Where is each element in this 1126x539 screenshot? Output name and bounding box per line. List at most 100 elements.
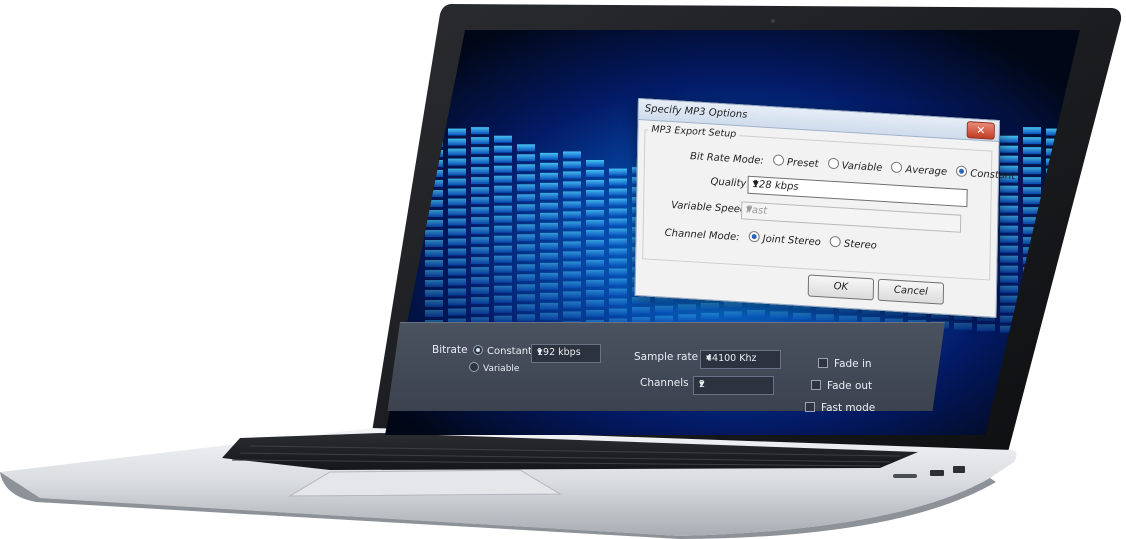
eq-segment	[448, 278, 466, 286]
eq-segment	[471, 167, 489, 175]
sd-slot	[893, 474, 917, 478]
eq-segment	[494, 205, 512, 213]
eq-segment	[471, 277, 489, 285]
eq-segment	[678, 314, 696, 322]
eq-segment	[494, 245, 512, 253]
eq-segment	[609, 168, 627, 176]
eq-segment	[448, 208, 466, 216]
ok-button[interactable]: OK	[807, 274, 875, 301]
eq-segment	[1000, 155, 1018, 163]
eq-segment	[471, 227, 489, 235]
eq-segment	[425, 250, 443, 257]
eq-segment	[563, 291, 581, 299]
eq-segment	[471, 157, 489, 165]
eq-segment	[494, 215, 512, 223]
eq-segment	[563, 181, 581, 189]
eq-segment	[609, 238, 627, 246]
eq-segment	[471, 127, 489, 135]
eq-segment	[563, 201, 581, 209]
eq-segment	[494, 275, 512, 283]
eq-segment	[586, 250, 604, 257]
eq-segment	[517, 164, 535, 172]
bitrate-variable-option[interactable]: Variable	[469, 362, 519, 374]
eq-segment	[517, 254, 535, 262]
eq-segment	[494, 225, 512, 233]
eq-segment	[494, 295, 512, 303]
eq-segment	[1000, 265, 1018, 273]
radio-joint-stereo[interactable]	[748, 230, 760, 243]
eq-segment	[494, 165, 512, 173]
fast-mode-option[interactable]: Fast mode	[805, 402, 875, 414]
bitrate-constant-option[interactable]: Constant	[473, 345, 532, 357]
eq-segment	[494, 305, 512, 313]
bitrate-constant-radio[interactable]	[473, 345, 483, 355]
eq-segment	[540, 302, 558, 310]
radio-stereo[interactable]	[829, 235, 842, 248]
eq-segment	[609, 188, 627, 196]
eq-segment	[609, 198, 627, 206]
eq-segment	[517, 284, 535, 292]
eq-segment	[609, 178, 627, 186]
fade-out-checkbox[interactable]	[811, 380, 821, 390]
eq-segment	[609, 248, 627, 256]
eq-segment	[586, 220, 604, 227]
eq-segment	[517, 154, 535, 162]
fade-in-checkbox[interactable]	[818, 358, 828, 368]
bitrate-select[interactable]: 192 kbps ▼	[531, 344, 601, 363]
eq-segment	[425, 230, 443, 237]
eq-segment	[609, 208, 627, 216]
eq-segment	[425, 270, 443, 277]
fade-out-option[interactable]: Fade out	[811, 380, 872, 392]
eq-segment	[1000, 285, 1018, 293]
chevron-down-icon: ▼	[699, 380, 705, 388]
bitrate-variable-radio[interactable]	[469, 362, 479, 372]
eq-segment	[563, 171, 581, 179]
eq-segment	[747, 310, 765, 317]
radio-variable[interactable]	[827, 157, 839, 170]
eq-segment	[609, 258, 627, 266]
eq-segment	[448, 138, 466, 146]
eq-segment	[517, 224, 535, 232]
sample-rate-label: Sample rate	[634, 351, 699, 363]
chevron-down-icon: ▼	[706, 354, 712, 362]
close-icon[interactable]: ✕	[966, 121, 995, 140]
eq-segment	[425, 240, 443, 247]
eq-segment	[540, 172, 558, 180]
eq-segment	[517, 294, 535, 302]
eq-segment	[540, 232, 558, 240]
eq-segment	[701, 302, 719, 310]
eq-segment	[471, 197, 489, 205]
camera-icon	[771, 19, 775, 23]
channels-select[interactable]: 2 ▼	[693, 376, 774, 395]
eq-segment	[448, 248, 466, 256]
chevron-down-icon: ▼	[537, 348, 543, 356]
fade-in-option[interactable]: Fade in	[818, 358, 872, 370]
dialog-title: Specify MP3 Options	[644, 103, 748, 121]
eq-segment	[540, 242, 558, 250]
eq-segment	[724, 311, 742, 319]
eq-segment	[540, 282, 558, 290]
eq-segment	[448, 258, 466, 266]
cancel-button[interactable]: Cancel	[877, 278, 945, 305]
radio-constant[interactable]	[956, 165, 968, 178]
eq-segment	[540, 192, 558, 200]
eq-segment	[540, 252, 558, 260]
eq-segment	[425, 280, 443, 287]
fade-in-label: Fade in	[834, 358, 872, 370]
eq-segment	[471, 297, 489, 305]
eq-segment	[471, 137, 489, 145]
eq-segment	[448, 128, 466, 136]
eq-segment	[1000, 295, 1018, 303]
fast-mode-checkbox[interactable]	[805, 402, 815, 412]
eq-segment	[517, 144, 535, 152]
eq-segment	[540, 312, 558, 320]
eq-segment	[425, 300, 443, 307]
eq-segment	[609, 298, 627, 306]
eq-segment	[586, 290, 604, 297]
eq-segment	[517, 214, 535, 222]
radio-average[interactable]	[891, 161, 903, 174]
sample-rate-select[interactable]: 44100 Khz ▼	[700, 350, 781, 369]
radio-preset[interactable]	[772, 154, 785, 166]
eq-segment	[471, 287, 489, 295]
eq-segment	[1000, 245, 1018, 253]
